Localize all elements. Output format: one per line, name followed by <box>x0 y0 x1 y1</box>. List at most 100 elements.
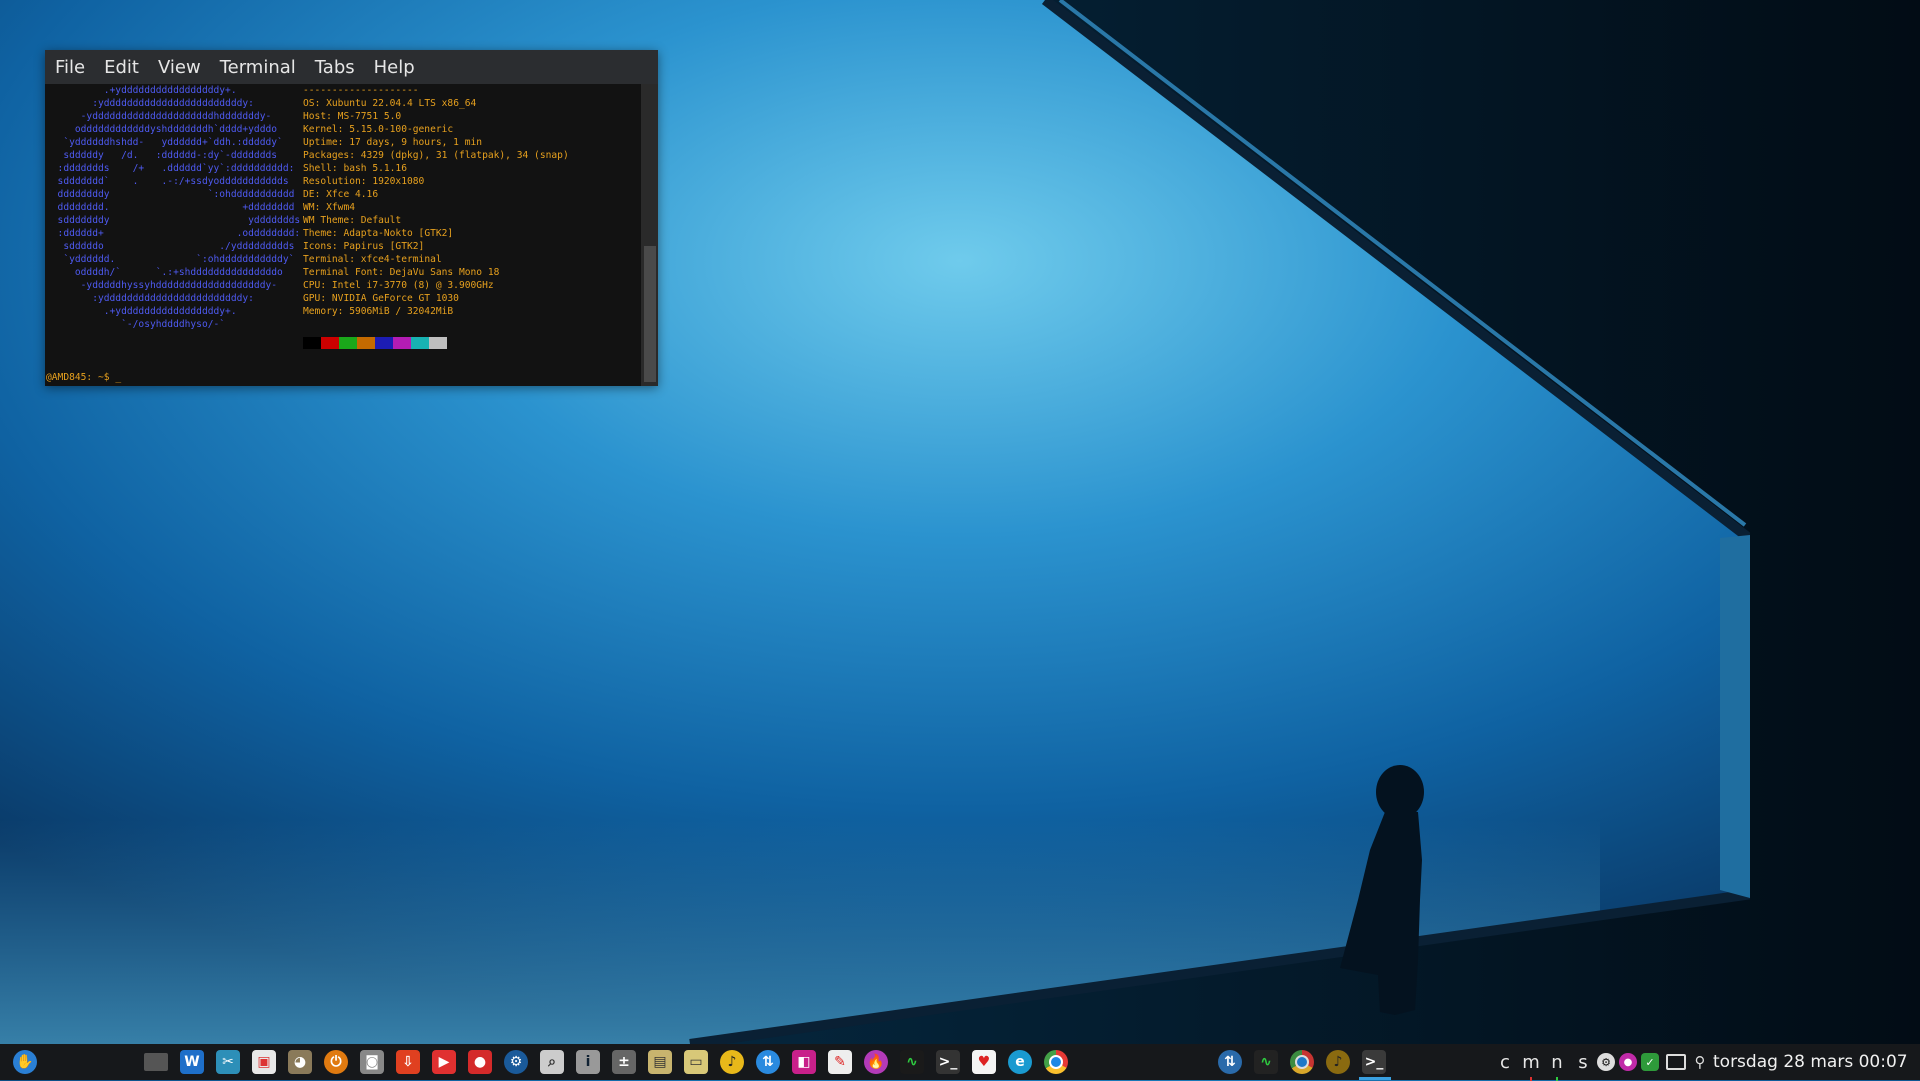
info-value: 5906MiB / 32042MiB <box>349 306 454 317</box>
logo-line: .+ydddddddddddddddddy+. <box>46 306 237 317</box>
logo-line: :dddddd+ .odddddddd: <box>46 228 301 239</box>
clock[interactable]: torsdag 28 mars 00:07 <box>1713 1044 1908 1080</box>
info-key: CPU <box>303 280 321 291</box>
edge-browser-icon[interactable]: e <box>1005 1047 1035 1077</box>
info-row: Host: MS-7751 5.0 <box>303 111 402 122</box>
tray-indicator-c[interactable]: c <box>1492 1052 1518 1073</box>
show-desktop-icon[interactable] <box>141 1047 171 1077</box>
info-row: Uptime: 17 days, 9 hours, 1 min <box>303 137 483 148</box>
video-recorder-icon[interactable]: ▶ <box>429 1047 459 1077</box>
info-key: OS <box>303 98 315 109</box>
task-chrome-icon[interactable] <box>1287 1047 1317 1077</box>
calculator-icon[interactable]: ± <box>609 1047 639 1077</box>
info-row: WM Theme: Default <box>303 215 402 226</box>
task-network-monitor-icon[interactable]: ⇅ <box>1215 1047 1245 1077</box>
system-monitor-icon[interactable]: ∿ <box>897 1047 927 1077</box>
info-value: Xubuntu 22.04.4 LTS x86_64 <box>326 98 477 109</box>
color-palette <box>303 337 447 349</box>
puzzle-app-icon[interactable]: ◧ <box>789 1047 819 1077</box>
tray-location-icon[interactable]: ⚲ <box>1689 1047 1711 1077</box>
menu-tabs[interactable]: Tabs <box>315 57 355 78</box>
menu-terminal[interactable]: Terminal <box>220 57 296 78</box>
logo-line: dddddddd. +dddddddd <box>46 202 295 213</box>
info-value: Intel i7-3770 (8) @ 3.900GHz <box>331 280 494 291</box>
palette-swatch <box>411 337 429 349</box>
prompt-text: @AMD845: ~$ <box>46 372 116 383</box>
info-key: Memory <box>303 306 338 317</box>
menu-view[interactable]: View <box>158 57 201 78</box>
tray-shield-icon[interactable]: ✓ <box>1639 1047 1661 1077</box>
palette-swatch <box>357 337 375 349</box>
system-info-icon[interactable]: i <box>573 1047 603 1077</box>
info-key: Kernel <box>303 124 338 135</box>
logo-line: -ydddddhyssyhdddddddddddddddddddy- <box>46 280 278 291</box>
info-key: WM Theme <box>303 215 350 226</box>
terminal-launcher-icon[interactable]: >_ <box>933 1047 963 1077</box>
menu-file[interactable]: File <box>55 57 85 78</box>
tray-indicator-n[interactable]: n <box>1544 1052 1570 1081</box>
task-music-player-icon[interactable]: ♪ <box>1323 1047 1353 1077</box>
card-game-icon[interactable]: ♥ <box>969 1047 999 1077</box>
info-value: Xfce 4.16 <box>326 189 379 200</box>
radio-icon[interactable]: ◙ <box>357 1047 387 1077</box>
info-key: Packages <box>303 150 350 161</box>
tray-firefox-icon[interactable]: ● <box>1617 1047 1639 1077</box>
logo-line: ddddddddy `:ohddddddddddd <box>46 189 295 200</box>
shell-prompt: @AMD845: ~$ _ <box>46 371 121 384</box>
tray-indicator-s[interactable]: s <box>1570 1052 1596 1073</box>
software-center-icon[interactable]: ▣ <box>249 1047 279 1077</box>
scrollbar-thumb[interactable] <box>644 246 656 382</box>
palette-swatch <box>429 337 447 349</box>
menu-edit[interactable]: Edit <box>104 57 139 78</box>
info-key: Shell <box>303 163 332 174</box>
system-info: -------------------- OS: Xubuntu 22.04.4… <box>303 84 569 318</box>
steam-icon[interactable]: ⚙ <box>501 1047 531 1077</box>
info-value: Xfwm4 <box>326 202 356 213</box>
tray-steam-icon[interactable]: ⚙ <box>1595 1047 1617 1077</box>
whisker-menu-icon[interactable]: ✋ <box>10 1047 40 1077</box>
info-row: Shell: bash 5.1.16 <box>303 163 407 174</box>
firefox-icon[interactable]: 🔥 <box>861 1047 891 1077</box>
info-key: GPU <box>303 293 321 304</box>
info-row: GPU: NVIDIA GeForce GT 1030 <box>303 293 459 304</box>
video-camera-icon[interactable]: ● <box>465 1047 495 1077</box>
terminal-output[interactable]: .+ydddddddddddddddddy+. :ydddddddddddddd… <box>45 84 641 386</box>
info-key: Theme <box>303 228 332 239</box>
logo-line: oddddh/` `.:+shdddddddddddddddo <box>46 267 283 278</box>
info-separator: -------------------- <box>303 85 419 96</box>
info-value: 5.15.0-100-generic <box>349 124 454 135</box>
music-player-icon[interactable]: ♪ <box>717 1047 747 1077</box>
tray-display-icon[interactable] <box>1665 1047 1687 1077</box>
screenshot-tool-icon[interactable]: ✂ <box>213 1047 243 1077</box>
logo-line: :yddddddddddddddddddddddddy: <box>46 293 254 304</box>
terminal-scrollbar[interactable] <box>641 84 658 386</box>
info-key: Terminal Font <box>303 267 379 278</box>
download-manager-icon[interactable]: ⇩ <box>393 1047 423 1077</box>
task-terminal-icon[interactable]: >_ <box>1359 1047 1389 1077</box>
tray-indicator-m[interactable]: m <box>1518 1052 1544 1081</box>
logo-line: sdddddo ./yddddddddds <box>46 241 295 252</box>
file-manager-icon[interactable]: ▭ <box>681 1047 711 1077</box>
info-row: Kernel: 5.15.0-100-generic <box>303 124 454 135</box>
search-tool-icon[interactable]: ⌕ <box>537 1047 567 1077</box>
text-editor-icon[interactable]: W <box>177 1047 207 1077</box>
menu-help[interactable]: Help <box>374 57 415 78</box>
workspace-indicators: c m n s <box>1492 1044 1596 1081</box>
logo-line: :ddddddds /+ .dddddd`yy`:dddddddddd: <box>46 163 295 174</box>
logo-line: sddddddd` . .-:/+ssdyoddddddddddds <box>46 176 289 187</box>
info-row: Terminal Font: DejaVu Sans Mono 18 <box>303 267 500 278</box>
chrome-icon[interactable] <box>1041 1047 1071 1077</box>
info-value: Papirus [GTK2] <box>343 241 425 252</box>
info-row: OS: Xubuntu 22.04.4 LTS x86_64 <box>303 98 477 109</box>
text-cursor: _ <box>115 372 122 383</box>
document-viewer-icon[interactable]: ✎ <box>825 1047 855 1077</box>
info-value: 4329 (dpkg), 31 (flatpak), 34 (snap) <box>360 150 569 161</box>
archive-manager-icon[interactable]: ▤ <box>645 1047 675 1077</box>
gimp-icon[interactable]: ◕ <box>285 1047 315 1077</box>
info-value: DejaVu Sans Mono 18 <box>389 267 500 278</box>
terminal-window[interactable]: File Edit View Terminal Tabs Help .+yddd… <box>45 50 658 386</box>
task-system-monitor-icon[interactable]: ∿ <box>1251 1047 1281 1077</box>
logo-line: sdddddddy yddddddds <box>46 215 301 226</box>
power-icon[interactable]: ⏻ <box>321 1047 351 1077</box>
network-monitor-icon[interactable]: ⇅ <box>753 1047 783 1077</box>
